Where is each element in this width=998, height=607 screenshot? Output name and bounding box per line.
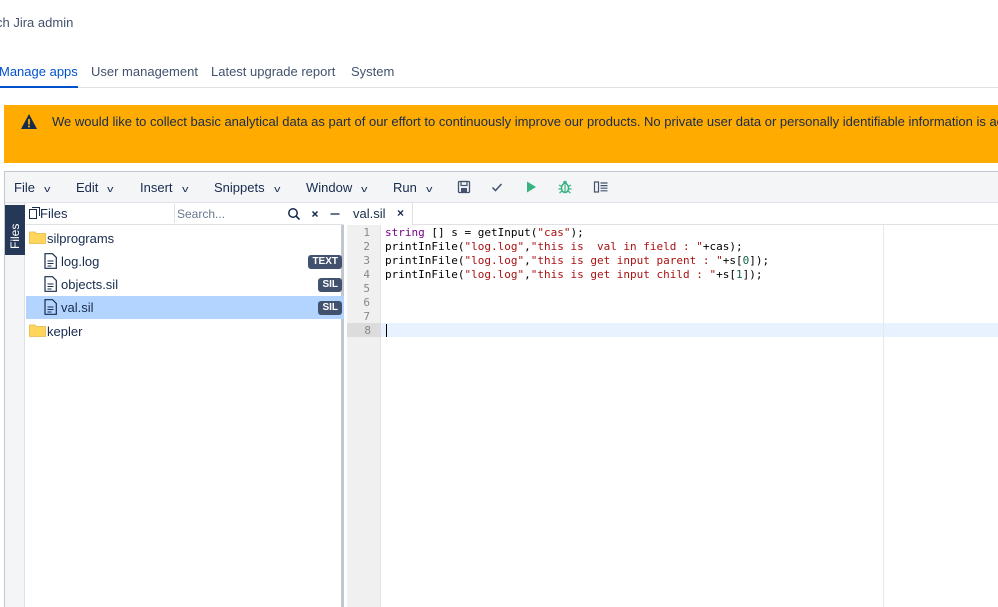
chevron-down-icon: v: [181, 184, 188, 194]
code-text-area[interactable]: string [] s = getInput("cas"); printInFi…: [381, 225, 998, 607]
tree-item-objects-sil[interactable]: objects.sil SIL: [26, 273, 344, 296]
file-icon: [44, 253, 57, 269]
chevron-down-icon: v: [107, 184, 114, 194]
tree-item-label: val.sil: [61, 300, 94, 315]
chevron-down-icon: v: [44, 184, 51, 194]
jira-admin-page: ch Jira admin Manage apps User managemen…: [0, 0, 998, 607]
line-number: 1: [363, 226, 370, 239]
line-number: 6: [363, 296, 370, 309]
tree-item-val-sil[interactable]: val.sil SIL: [26, 296, 344, 319]
line-number: 7: [363, 310, 370, 323]
file-type-badge: SIL: [318, 278, 342, 292]
analytics-banner: We would like to collect basic analytica…: [4, 105, 998, 163]
tab-latest-upgrade-report[interactable]: Latest upgrade report: [211, 64, 335, 79]
chevron-down-icon: v: [361, 184, 368, 194]
code-editor: val.sil × 1 2 3 4 5 6 7 8 string [] s = …: [347, 203, 998, 607]
line-number: 2: [363, 240, 370, 253]
tree-item-log-log[interactable]: log.log TEXT: [26, 250, 344, 273]
tree-item-label: kepler: [47, 324, 83, 339]
editor-tabs: val.sil ×: [347, 203, 998, 225]
tree-item-label: log.log: [61, 254, 100, 269]
chevron-down-icon: v: [425, 184, 433, 194]
line-number: 4: [363, 268, 370, 281]
save-icon[interactable]: [456, 179, 472, 195]
sil-ide: File v Edit v Insert v Snippets v Window v Ru…: [4, 171, 998, 607]
search-icon[interactable]: [287, 207, 301, 221]
side-rail: Files: [5, 203, 25, 607]
files-panel-title: Files: [40, 206, 68, 221]
folder-icon: [29, 231, 46, 244]
editor-tab-val-sil[interactable]: val.sil ×: [347, 203, 413, 225]
tab-user-management[interactable]: User management: [91, 64, 198, 79]
code-line: printInFile("log.log","this is get input…: [385, 254, 770, 267]
files-rail-label: Files: [8, 223, 22, 249]
line-gutter: 1 2 3 4 5 6 7: [347, 225, 381, 607]
menu-run[interactable]: Run v: [393, 180, 433, 195]
menu-insert[interactable]: Insert v: [140, 180, 188, 195]
line-number: 5: [363, 282, 370, 295]
editor-tab-label: val.sil: [353, 206, 386, 221]
close-tab-icon[interactable]: ×: [397, 206, 404, 220]
chevron-down-icon: v: [273, 184, 280, 194]
run-icon[interactable]: [523, 179, 539, 195]
menu-edit[interactable]: Edit v: [76, 180, 114, 195]
code-line: printInFile("log.log","this is val in fi…: [385, 240, 743, 253]
banner-text: We would like to collect basic analytica…: [52, 114, 998, 129]
warning-icon: [21, 114, 37, 129]
page-title: ch Jira admin: [0, 15, 74, 30]
file-type-badge: TEXT: [308, 255, 342, 269]
code-line: printInFile("log.log","this is get input…: [385, 268, 763, 281]
line-number: 3: [363, 254, 370, 267]
line-number: 8: [364, 324, 371, 337]
menu-window[interactable]: Window v: [306, 180, 368, 195]
files-icon: [29, 207, 40, 219]
outline-icon[interactable]: [593, 179, 609, 195]
files-rail-tab[interactable]: Files: [5, 205, 25, 255]
debug-icon[interactable]: [557, 179, 573, 195]
tab-system[interactable]: System: [351, 64, 394, 79]
text-cursor: [386, 324, 387, 337]
files-header: Files: [26, 203, 344, 225]
menu-file[interactable]: File v: [14, 180, 51, 195]
file-icon: [44, 299, 57, 315]
minimize-icon[interactable]: [328, 207, 342, 221]
file-icon: [44, 276, 57, 292]
file-type-badge: SIL: [318, 301, 342, 315]
close-icon[interactable]: [308, 207, 322, 221]
tree-item-label: objects.sil: [61, 277, 119, 292]
folder-icon: [29, 324, 46, 337]
files-search-input[interactable]: [174, 204, 282, 223]
files-panel: Files silprograms: [26, 203, 344, 607]
admin-tabs: Manage apps User management Latest upgra…: [0, 58, 998, 88]
code-line: string [] s = getInput("cas");: [385, 226, 584, 239]
check-icon[interactable]: [489, 179, 505, 195]
tree-item-kepler[interactable]: kepler: [26, 320, 344, 343]
tab-manage-apps[interactable]: Manage apps: [0, 64, 78, 88]
active-line-gutter: 8: [347, 323, 381, 337]
tree-item-silprograms[interactable]: silprograms: [26, 227, 344, 250]
tree-item-label: silprograms: [47, 231, 115, 246]
ide-menubar: File v Edit v Insert v Snippets v Window v Ru…: [5, 172, 998, 203]
menu-snippets[interactable]: Snippets v: [214, 180, 280, 195]
